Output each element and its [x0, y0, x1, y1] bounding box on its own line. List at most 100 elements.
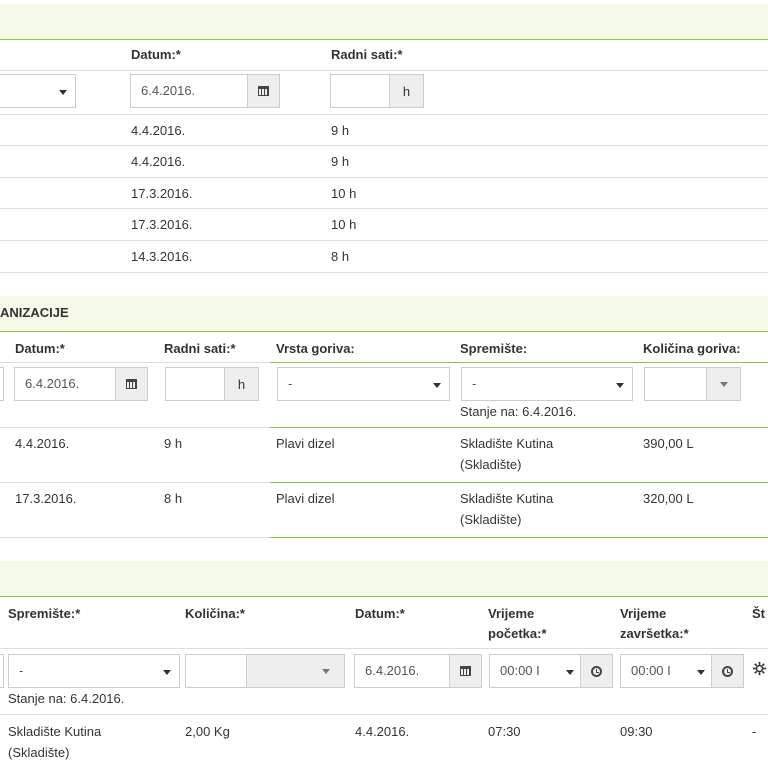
s1-header-radni-sati: Radni sati:*	[331, 47, 403, 62]
chevron-down-icon	[322, 669, 330, 674]
s1-row-sati: 8 h	[331, 249, 350, 264]
s3-header-vrijeme-zavrsetka-2: završetka:*	[620, 626, 689, 641]
s2-divider-green	[270, 482, 768, 483]
s2-row-spremiste-type: (Skladište)	[460, 457, 522, 472]
s3-date-value: 6.4.2016.	[365, 663, 420, 678]
s3-date-addon[interactable]	[449, 655, 481, 687]
s3-row-zavrsetak: 09:30	[620, 724, 653, 739]
s1-divider	[0, 70, 768, 71]
s2-kolicina-select[interactable]	[644, 367, 741, 401]
s1-row-sati: 9 h	[331, 154, 350, 169]
gear-icon[interactable]	[752, 661, 767, 676]
chevron-down-icon	[163, 670, 171, 675]
s2-date-value: 6.4.2016.	[25, 376, 80, 391]
chevron-down-icon	[719, 381, 728, 387]
s1-divider	[0, 272, 768, 273]
s3-end-time-addon[interactable]	[711, 655, 743, 687]
s3-end-time-input[interactable]: 00:00 I	[620, 654, 744, 688]
s3-row-kolicina: 2,00 Kg	[185, 724, 230, 739]
s1-divider	[0, 240, 768, 241]
s3-header-datum: Datum:*	[355, 606, 405, 621]
s2-header-datum: Datum:*	[15, 341, 65, 356]
clock-icon	[722, 665, 733, 677]
s1-divider	[0, 145, 768, 146]
section1-header-band	[0, 4, 768, 40]
s2-row-gorivo: Plavi dizel	[276, 436, 335, 451]
s1-date-value: 6.4.2016.	[141, 83, 196, 98]
s2-row-gorivo: Plavi dizel	[276, 491, 335, 506]
calendar-icon	[126, 379, 137, 389]
s2-divider-green	[270, 362, 768, 363]
s1-row-datum: 14.3.2016.	[131, 249, 193, 264]
s3-row-cut: -	[752, 724, 757, 739]
s2-row-kolicina: 390,00 L	[643, 436, 694, 451]
s3-row-spremiste: Skladište Kutina	[8, 724, 102, 739]
s2-hours-input[interactable]: h	[165, 367, 259, 401]
s3-end-time-value: 00:00 I	[631, 663, 671, 678]
s2-header-kolicina-goriva: Količina goriva:	[643, 341, 741, 356]
s2-date-input[interactable]: 6.4.2016.	[14, 367, 148, 401]
s3-spremiste-selected: -	[19, 663, 24, 678]
s1-date-input[interactable]: 6.4.2016.	[130, 74, 280, 108]
s2-row-sati: 8 h	[164, 491, 183, 506]
s2-divider-green	[270, 537, 768, 538]
chevron-down-icon	[59, 90, 67, 95]
section2-title: ANIZACIJE	[0, 305, 69, 320]
section3-header-band	[0, 561, 768, 597]
s2-divider	[0, 427, 270, 428]
s1-select[interactable]	[0, 74, 76, 108]
s1-row-datum: 17.3.2016.	[131, 186, 193, 201]
s2-row-spremiste: Skladište Kutina	[460, 491, 554, 506]
s1-row-sati: 9 h	[331, 123, 350, 138]
s2-row-sati: 9 h	[164, 436, 183, 451]
s2-row-datum: 4.4.2016.	[15, 436, 70, 451]
s3-stanje: Stanje na: 6.4.2016.	[8, 691, 125, 706]
s2-divider	[0, 537, 270, 538]
s3-date-input[interactable]: 6.4.2016.	[354, 654, 482, 688]
s2-spremiste-select[interactable]: -	[461, 367, 633, 401]
s1-hours-addon: h	[389, 75, 423, 107]
s3-start-time-value: 00:00 I	[500, 663, 540, 678]
calendar-icon	[460, 666, 471, 676]
s3-row-pocetak: 07:30	[488, 724, 521, 739]
s3-divider	[0, 714, 768, 715]
section2-header-band: ANIZACIJE	[0, 296, 768, 332]
s1-date-addon[interactable]	[247, 75, 279, 107]
s2-spremiste-selected: -	[472, 376, 477, 391]
s3-kolicina-addon[interactable]	[246, 655, 344, 687]
s2-divider-green	[270, 427, 768, 428]
s2-row-spremiste-type: (Skladište)	[460, 512, 522, 527]
s3-divider	[0, 648, 768, 649]
s3-left-cut-input[interactable]	[0, 654, 4, 688]
s2-stanje: Stanje na: 6.4.2016.	[460, 404, 577, 419]
s2-header-vrsta-goriva: Vrsta goriva:	[276, 341, 355, 356]
s2-date-addon[interactable]	[115, 368, 147, 400]
s1-row-sati: 10 h	[331, 217, 357, 232]
s1-row-sati: 10 h	[331, 186, 357, 201]
s2-kolicina-addon[interactable]	[706, 368, 740, 400]
chevron-down-icon	[433, 383, 441, 388]
chevron-down-icon	[616, 383, 624, 388]
s2-left-cut-input[interactable]	[0, 367, 4, 401]
s2-vrsta-selected: -	[288, 376, 293, 391]
s3-start-time-input[interactable]: 00:00 I	[489, 654, 613, 688]
s2-row-spremiste: Skladište Kutina	[460, 436, 554, 451]
s1-divider	[0, 114, 768, 115]
s3-header-kolicina: Količina:*	[185, 606, 245, 621]
s3-spremiste-select[interactable]: -	[8, 654, 180, 688]
s3-kolicina-input[interactable]	[185, 654, 345, 688]
s1-divider	[0, 208, 768, 209]
s3-start-time-addon[interactable]	[580, 655, 612, 687]
s2-header-spremiste: Spremište:	[460, 341, 528, 356]
s2-divider	[0, 482, 270, 483]
s2-header-radni-sati: Radni sati:*	[164, 341, 236, 356]
s1-divider	[0, 177, 768, 178]
s1-hours-input[interactable]: h	[330, 74, 424, 108]
s3-row-datum: 4.4.2016.	[355, 724, 410, 739]
s1-row-datum: 17.3.2016.	[131, 217, 193, 232]
s1-row-datum: 4.4.2016.	[131, 123, 186, 138]
chevron-down-icon	[566, 670, 574, 675]
s2-vrsta-goriva-select[interactable]: -	[277, 367, 450, 401]
s3-header-vrijeme-pocetka: Vrijeme	[488, 606, 535, 621]
s3-header-spremiste: Spremište:*	[8, 606, 81, 621]
